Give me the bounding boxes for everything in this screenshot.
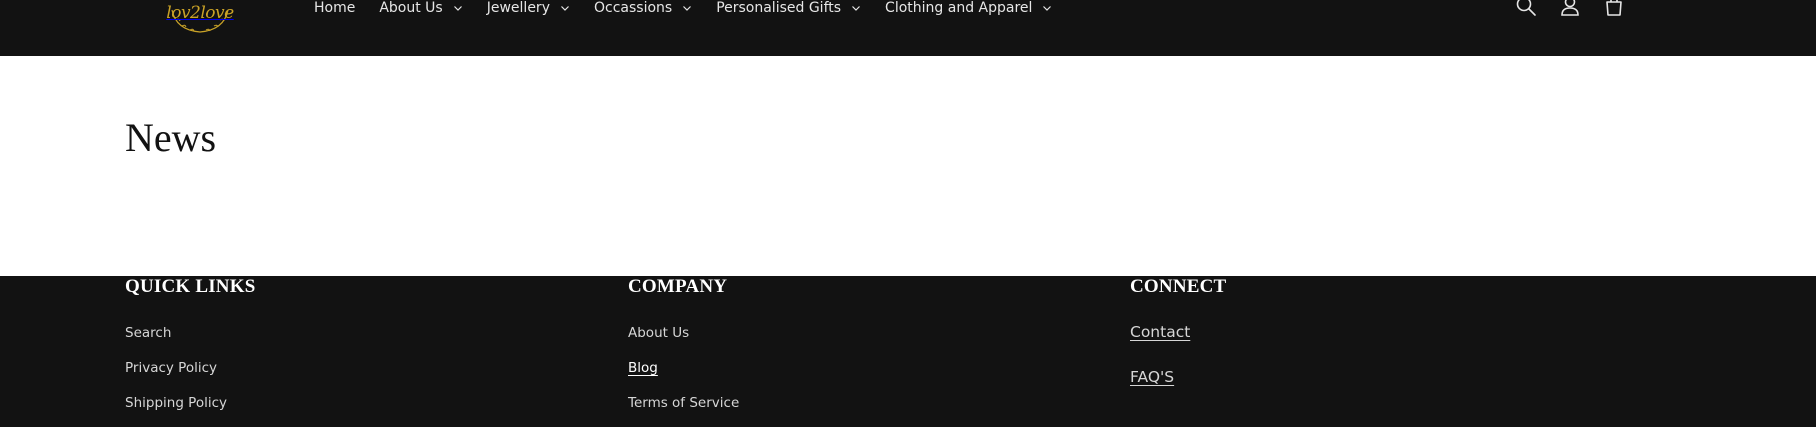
search-icon[interactable] [1514,0,1538,18]
chevron-down-icon [1043,6,1052,11]
site-footer: QUICK LINKS Search Privacy Policy Shippi… [0,276,1816,427]
brand-logo[interactable]: lov2love [162,0,238,36]
chevron-down-icon [561,6,569,11]
header-icons [1514,0,1646,18]
footer-link-search[interactable]: Search [125,325,171,341]
main-nav: Home About Us Jewellery Occassions Perso… [314,0,1076,16]
nav-item-label: Jewellery [486,0,550,16]
footer-column-quick-links: QUICK LINKS Search Privacy Policy Shippi… [125,276,255,427]
footer-link-contact[interactable]: Contact [1130,323,1190,341]
main-content: News [0,56,1816,276]
chevron-down-icon [683,6,692,11]
footer-link-faqs[interactable]: FAQ'S [1130,368,1174,386]
footer-link-list: Contact FAQ'S [1130,322,1226,412]
nav-item-label: Personalised Gifts [716,0,842,16]
footer-link-about-us[interactable]: About Us [628,325,689,341]
account-icon[interactable] [1558,0,1582,18]
footer-link-list: Search Privacy Policy Shipping Policy [125,322,255,427]
chevron-down-icon [453,6,462,11]
nav-item-home[interactable]: Home [314,0,355,16]
page-title: News [125,115,217,160]
footer-link-shipping-policy[interactable]: Shipping Policy [125,395,227,411]
footer-link-blog[interactable]: Blog [628,360,658,376]
nav-item-label: Clothing and Apparel [885,0,1033,16]
nav-item-jewellery[interactable]: Jewellery [487,0,570,16]
footer-heading: CONNECT [1130,276,1227,297]
nav-item-label: Occassions [593,0,673,16]
footer-heading: QUICK LINKS [125,276,256,297]
footer-link-list: About Us Blog Terms of Service [628,322,739,427]
nav-item-clothing-and-apparel[interactable]: Clothing and Apparel [885,0,1052,16]
footer-column-company: COMPANY About Us Blog Terms of Service [628,276,739,427]
site-header: lov2love Home About Us Jewellery Occassi… [0,0,1816,56]
footer-heading: COMPANY [628,276,728,297]
chevron-down-icon [852,6,860,11]
logo-text: lov2love [166,3,234,23]
nav-item-label: About Us [379,0,443,16]
footer-link-terms-of-service[interactable]: Terms of Service [628,395,739,411]
nav-item-personalised-gifts[interactable]: Personalised Gifts [716,0,861,16]
cart-icon[interactable] [1602,0,1626,18]
footer-link-privacy-policy[interactable]: Privacy Policy [125,360,217,376]
nav-item-occassions[interactable]: Occassions [594,0,692,16]
nav-item-label: Home [314,0,356,16]
nav-item-about-us[interactable]: About Us [379,0,462,16]
footer-column-connect: CONNECT Contact FAQ'S [1130,276,1226,412]
